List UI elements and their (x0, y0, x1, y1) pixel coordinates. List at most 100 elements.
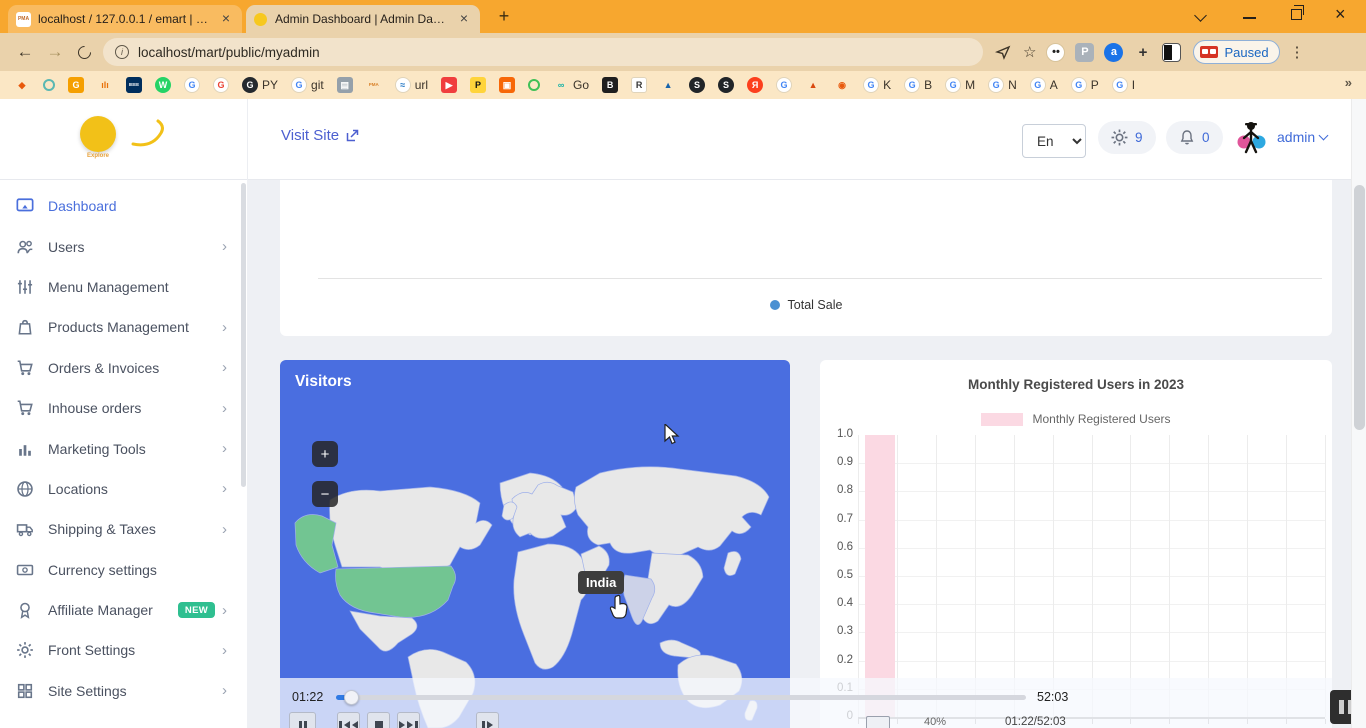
reader-mode-icon[interactable] (1162, 43, 1181, 62)
sidebar-item-label: Orders & Invoices (48, 360, 159, 376)
back-button[interactable]: ← (10, 42, 40, 62)
address-bar[interactable]: i localhost/mart/public/myadmin (103, 38, 983, 66)
eye-bookmark[interactable]: ◉ (834, 77, 850, 93)
p-yellow-bookmark[interactable]: P (470, 77, 486, 93)
sidebar-scrollbar[interactable] (241, 183, 246, 487)
window-restore-button[interactable] (1291, 9, 1302, 20)
tab-admin-dashboard[interactable]: Admin Dashboard | Admin Dashb × (246, 5, 480, 33)
google-bookmark[interactable]: GP (1071, 77, 1099, 93)
close-tab-icon[interactable]: × (218, 11, 234, 27)
eagle-bookmark[interactable]: B (602, 77, 618, 93)
sidebar-item-label: Currency settings (48, 562, 157, 578)
diamond-bookmark[interactable]: ◆ (14, 77, 30, 93)
sidebar-item-menu-management[interactable]: Menu Management (0, 267, 247, 307)
sidebar-item-inhouse-orders[interactable]: Inhouse orders› (0, 388, 247, 428)
a-extension-icon[interactable]: a (1104, 43, 1123, 62)
s-dark-bookmark[interactable]: S (718, 77, 734, 93)
map-zoom-out-button[interactable]: − (312, 481, 338, 507)
sidebar-item-locations[interactable]: Locations› (0, 469, 247, 509)
refresh-button[interactable] (75, 43, 93, 61)
google-bookmark[interactable]: GM (945, 77, 975, 93)
page-scrollbar-thumb[interactable] (1354, 185, 1365, 430)
sidebar-item-marketing-tools[interactable]: Marketing Tools› (0, 428, 247, 468)
google-bookmark[interactable]: G (184, 77, 200, 93)
site-info-icon[interactable]: i (115, 45, 129, 59)
google-bookmark[interactable]: Ggit (291, 77, 324, 93)
bar-january[interactable] (865, 435, 895, 717)
s-dark-bookmark[interactable]: S (689, 77, 705, 93)
tab-phpmyadmin[interactable]: PMA localhost / 127.0.0.1 / emart | php … (8, 5, 242, 33)
google-bookmark[interactable]: GA (1030, 77, 1058, 93)
speed-chip[interactable] (866, 716, 890, 728)
person-extension-icon[interactable]: P (1075, 43, 1094, 62)
map-zoom-in-button[interactable]: + (312, 441, 338, 467)
phpmyadmin-bookmark[interactable]: PMA (366, 77, 382, 93)
window-minimize-button[interactable] (1243, 17, 1256, 19)
avatar[interactable] (1233, 119, 1269, 155)
stop-button[interactable] (367, 712, 390, 728)
admin-menu[interactable]: admin (1277, 129, 1327, 145)
yandex-bookmark[interactable]: Я (747, 77, 763, 93)
sidebar-item-dashboard[interactable]: Dashboard (0, 186, 247, 226)
analytics-bookmark[interactable]: ılı (97, 77, 113, 93)
runner-bookmark[interactable]: R (631, 77, 647, 93)
skip-forward-button[interactable] (397, 712, 420, 728)
new-tab-button[interactable]: + (492, 5, 516, 29)
speedtest-bookmark[interactable]: ≈url (395, 77, 428, 93)
bookmarks-overflow-chevron[interactable]: » (1345, 75, 1352, 90)
sidebar-item-affiliate-manager[interactable]: Affiliate ManagerNEW› (0, 590, 247, 630)
share-icon[interactable] (995, 44, 1011, 60)
sidebar-item-users[interactable]: Users› (0, 226, 247, 266)
sidebar-item-currency-settings[interactable]: Currency settings (0, 550, 247, 590)
google-bookmark[interactable]: GK (863, 77, 891, 93)
mountains-bookmark[interactable]: ▲ (660, 77, 676, 93)
google-bookmark[interactable]: GI (1112, 77, 1135, 93)
google-bookmark[interactable]: G (213, 77, 229, 93)
skip-back-button[interactable] (337, 712, 360, 728)
google-bookmark[interactable]: G (776, 77, 792, 93)
settings-button[interactable]: 9 (1098, 121, 1156, 154)
sidebar-item-shipping-taxes[interactable]: Shipping & Taxes› (0, 509, 247, 549)
cart-icon (16, 399, 34, 417)
google-bookmark[interactable]: GN (988, 77, 1017, 93)
ieee-bookmark[interactable]: IEEE (126, 77, 142, 93)
bookmark-star-icon[interactable]: ☆ (1023, 43, 1036, 61)
notifications-button[interactable]: 0 (1166, 121, 1223, 154)
visit-site-link[interactable]: Visit Site (281, 127, 359, 144)
google-bookmark-icon: G (988, 77, 1004, 93)
language-select[interactable]: En (1022, 124, 1086, 158)
orange-tile-bookmark[interactable]: G (68, 77, 84, 93)
sales-legend[interactable]: Total Sale (280, 298, 1332, 312)
seek-slider[interactable] (336, 695, 1026, 700)
teal-ring-bookmark[interactable] (43, 79, 55, 91)
window-chevron-icon[interactable] (1194, 9, 1207, 22)
seek-thumb[interactable] (344, 690, 359, 705)
paused-extension-button[interactable]: Paused (1193, 40, 1279, 64)
green-ring-bookmark[interactable] (528, 79, 540, 91)
chart-legend[interactable]: Monthly Registered Users (820, 412, 1332, 426)
pause-button[interactable] (289, 712, 316, 728)
sidebar-item-site-settings[interactable]: Site Settings› (0, 671, 247, 711)
matlab-bookmark[interactable]: ▲ (805, 77, 821, 93)
panda-extension-icon[interactable]: •• (1046, 43, 1065, 62)
youtube-bookmark[interactable]: ▶ (441, 77, 457, 93)
forward-button[interactable]: → (40, 42, 70, 62)
runner-bookmark-icon: R (631, 77, 647, 93)
sidebar-item-front-settings[interactable]: Front Settings› (0, 630, 247, 670)
google-bookmark[interactable]: GB (904, 77, 932, 93)
page-scrollbar[interactable] (1351, 99, 1366, 728)
gray-device-bookmark[interactable]: ▤ (337, 77, 353, 93)
site-logo[interactable] (80, 116, 116, 152)
sidebar-item-orders-invoices[interactable]: Orders & Invoices› (0, 348, 247, 388)
browser-menu-icon[interactable]: ⋮ (1290, 43, 1305, 61)
godaddy-bookmark[interactable]: ∞Go (553, 77, 589, 93)
close-tab-icon[interactable]: × (456, 11, 472, 27)
window-close-button[interactable]: × (1335, 4, 1346, 25)
whatsapp-bookmark[interactable]: W (155, 77, 171, 93)
step-button[interactable] (476, 712, 499, 728)
gear-icon (1111, 129, 1128, 146)
camera-bookmark[interactable]: ▣ (499, 77, 515, 93)
puzzle-extensions-icon[interactable]: + (1133, 43, 1152, 62)
sidebar-item-products-management[interactable]: Products Management› (0, 307, 247, 347)
github-bookmark[interactable]: GPY (242, 77, 278, 93)
